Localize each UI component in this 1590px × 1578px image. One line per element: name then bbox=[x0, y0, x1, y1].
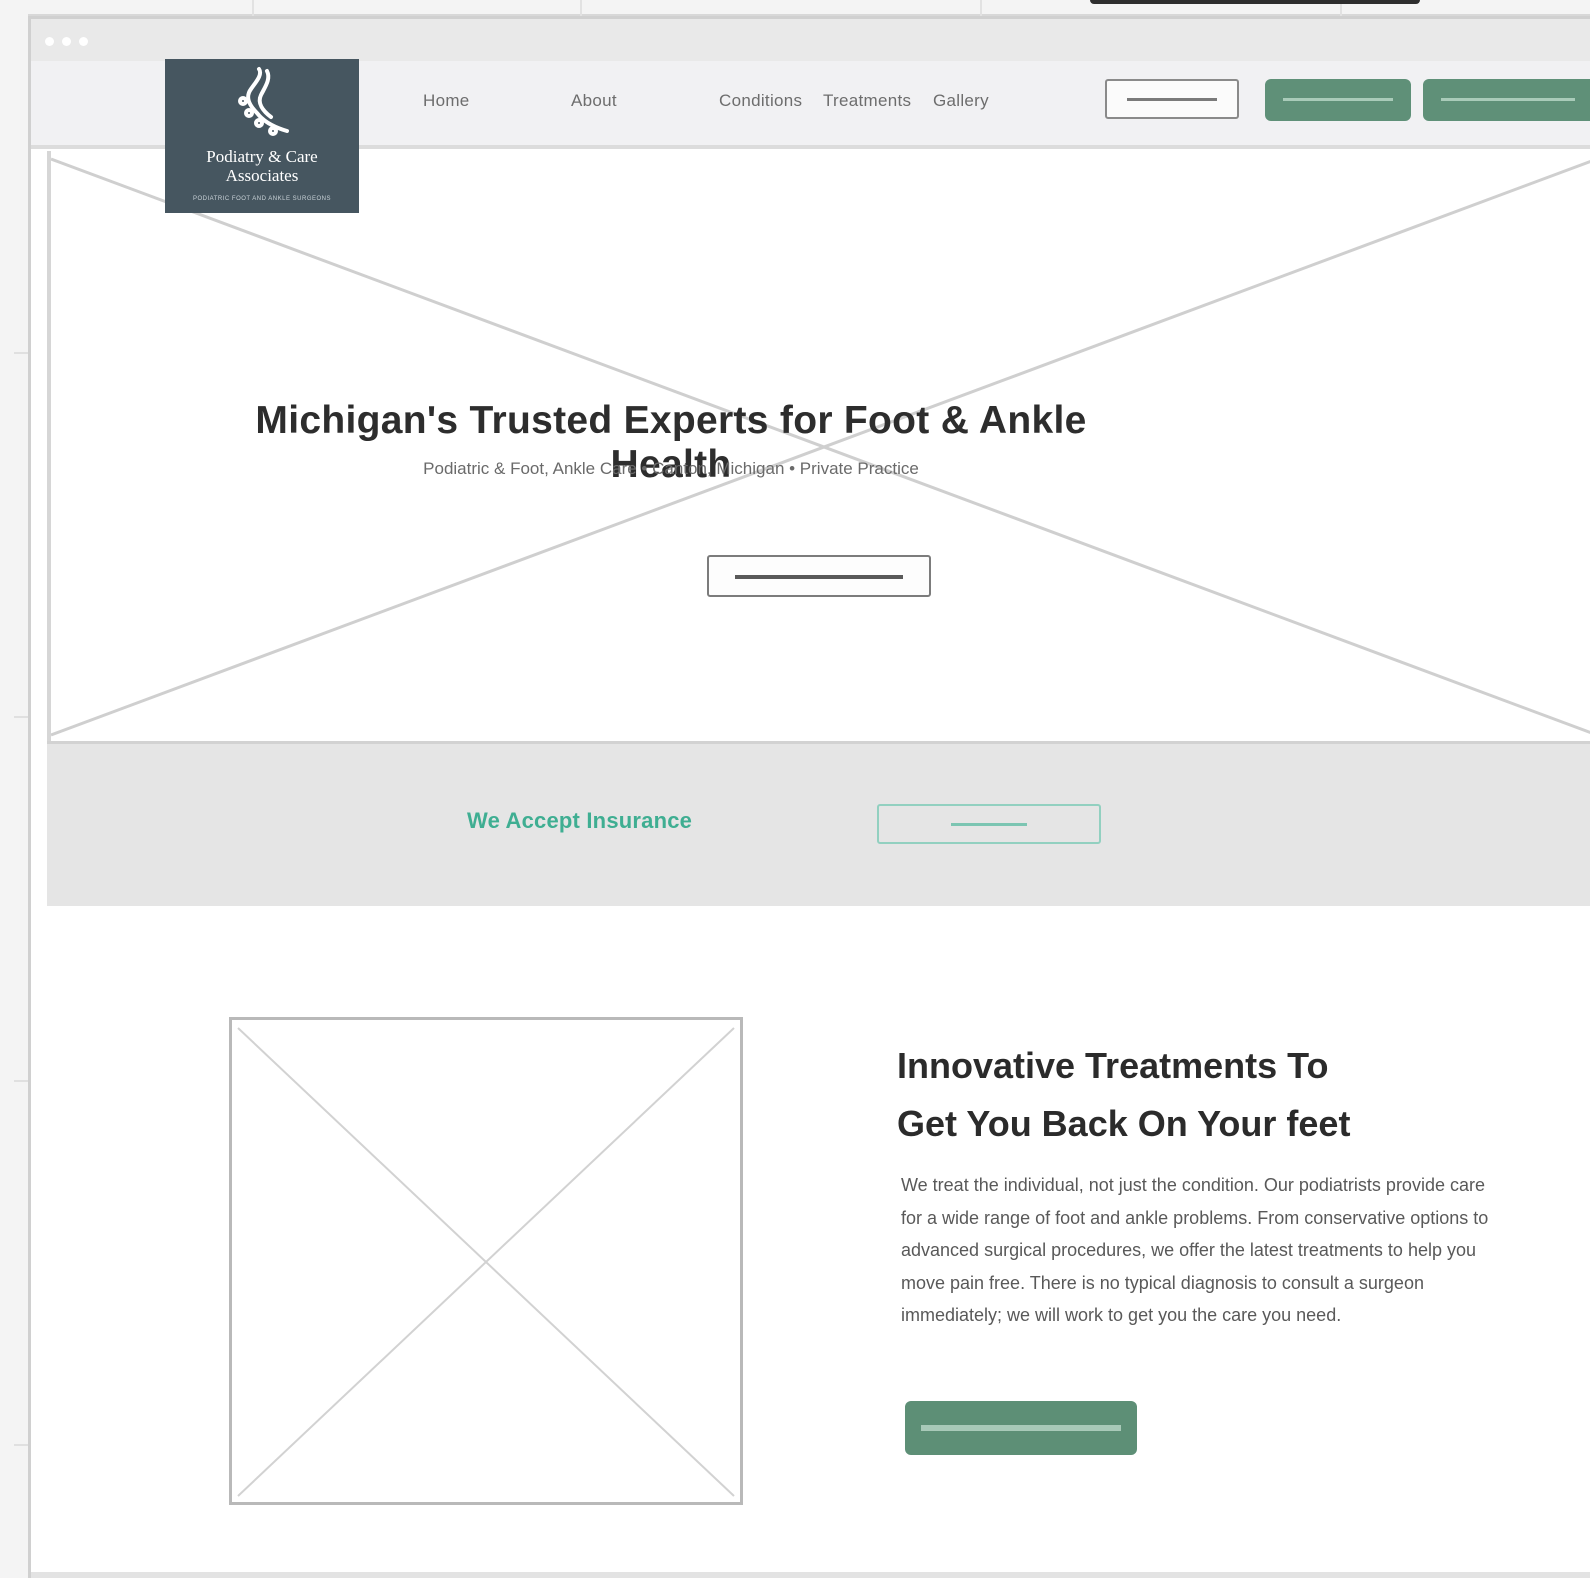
feature-cta-button[interactable] bbox=[905, 1401, 1137, 1455]
hero-cta-button[interactable] bbox=[707, 555, 931, 597]
ruler-tick bbox=[252, 0, 254, 16]
nav-link-about[interactable]: About bbox=[571, 91, 617, 111]
ruler-tick bbox=[14, 1444, 28, 1446]
ruler-tick bbox=[980, 0, 982, 16]
insurance-text: We Accept Insurance bbox=[467, 808, 693, 833]
nav-link-treatments[interactable]: Treatments bbox=[823, 91, 911, 111]
close-window-icon[interactable] bbox=[45, 37, 54, 46]
canvas-toolbar-edge bbox=[1090, 0, 1420, 4]
maximize-window-icon[interactable] bbox=[79, 37, 88, 46]
browser-titlebar bbox=[31, 19, 1590, 62]
insurance-button[interactable] bbox=[877, 804, 1101, 844]
ruler-tick bbox=[14, 1080, 28, 1082]
minimize-window-icon[interactable] bbox=[62, 37, 71, 46]
ruler-tick bbox=[580, 0, 582, 16]
feature-image-placeholder bbox=[229, 1017, 743, 1505]
ruler-tick bbox=[14, 716, 28, 718]
window-bottom-edge bbox=[31, 1572, 1590, 1578]
nav-link-gallery[interactable]: Gallery bbox=[933, 91, 989, 111]
nav-primary-button[interactable] bbox=[1265, 79, 1411, 121]
logo-tagline: PODIATRIC FOOT AND ANKLE SURGEONS bbox=[193, 196, 331, 202]
feature-title-line1: Innovative Treatments To bbox=[897, 1045, 1329, 1086]
nav-link-home[interactable]: Home bbox=[423, 91, 470, 111]
feature-title: Innovative Treatments To Get You Back On… bbox=[897, 1037, 1517, 1153]
nav-link-conditions[interactable]: Conditions bbox=[719, 91, 802, 111]
hero-subtitle: Podiatric & Foot, Ankle Care • Canton, M… bbox=[423, 459, 919, 478]
button-label-placeholder bbox=[951, 823, 1027, 826]
nav-secondary-button[interactable] bbox=[1423, 79, 1590, 121]
button-label-placeholder bbox=[921, 1425, 1121, 1431]
nav-outline-button[interactable] bbox=[1105, 79, 1239, 119]
logo-name-line1: Podiatry & Care bbox=[206, 147, 318, 166]
hero-image-placeholder: Michigan's Trusted Experts for Foot & An… bbox=[47, 151, 1590, 741]
button-label-placeholder bbox=[1283, 98, 1393, 101]
insurance-band: We Accept Insurance bbox=[47, 741, 1590, 906]
button-label-placeholder bbox=[735, 575, 903, 579]
foot-logo-icon bbox=[238, 67, 289, 136]
site-logo[interactable]: Podiatry & Care Associates PODIATRIC FOO… bbox=[165, 59, 359, 213]
feature-body: We treat the individual, not just the co… bbox=[901, 1175, 1489, 1325]
logo-name: Podiatry & Care Associates bbox=[165, 147, 359, 185]
ruler-tick bbox=[14, 352, 28, 354]
button-label-placeholder bbox=[1127, 98, 1217, 101]
feature-title-line2: Get You Back On Your feet bbox=[897, 1103, 1351, 1144]
logo-name-line2: Associates bbox=[225, 166, 299, 185]
placeholder-cross bbox=[237, 1027, 735, 1497]
button-label-placeholder bbox=[1441, 98, 1575, 101]
browser-window: Home About Conditions Treatments Gallery… bbox=[28, 16, 1590, 1578]
